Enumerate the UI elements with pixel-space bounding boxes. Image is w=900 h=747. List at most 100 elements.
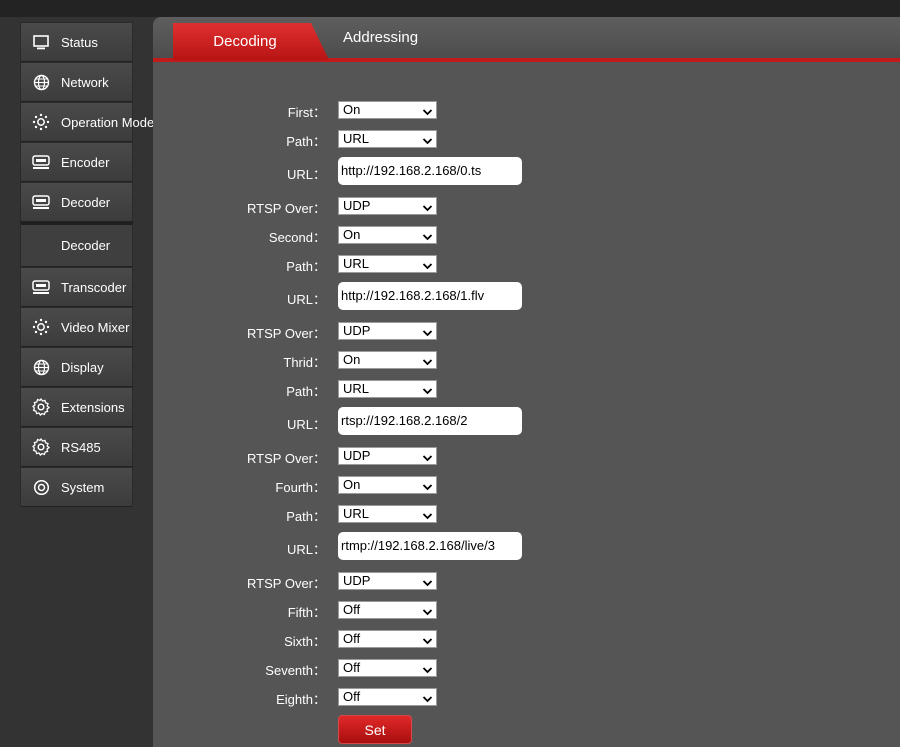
select-dropdown[interactable]: On xyxy=(338,476,437,494)
url-input[interactable]: http://192.168.2.168/1.flv xyxy=(338,282,522,310)
device-icon xyxy=(21,194,61,210)
set-button[interactable]: Set xyxy=(338,715,412,744)
sidebar-item-extensions[interactable]: Extensions xyxy=(20,387,133,427)
field-label: Path： xyxy=(286,259,326,274)
sidebar-item-label: Network xyxy=(61,74,109,90)
select-value: URL xyxy=(343,131,370,146)
sidebar-item-encoder[interactable]: Encoder xyxy=(20,142,133,182)
sidebar-item-label: Decoder xyxy=(61,238,111,253)
field-label: Fifth： xyxy=(287,605,326,620)
globe-icon xyxy=(21,74,61,91)
sidebar-subitem-decoder[interactable]: Decoder xyxy=(20,222,133,267)
form-row: Seventh： Off xyxy=(153,659,900,679)
select-dropdown[interactable]: On xyxy=(338,101,437,119)
chevron-down-icon xyxy=(422,259,433,270)
sidebar-item-system[interactable]: System xyxy=(20,467,133,507)
form-row: Second： On xyxy=(153,226,900,246)
sidebar-item-transcoder[interactable]: Transcoder xyxy=(20,267,133,307)
form-row: Sixth： Off xyxy=(153,630,900,650)
monitor-icon xyxy=(21,34,61,50)
sidebar-item-display[interactable]: Display xyxy=(20,347,133,387)
device-icon xyxy=(21,279,61,295)
field-label: RTSP Over： xyxy=(247,201,326,216)
url-input[interactable]: rtmp://192.168.2.168/live/3 xyxy=(338,532,522,560)
field-label: Path： xyxy=(286,134,326,149)
chevron-down-icon xyxy=(422,201,433,212)
select-dropdown[interactable]: URL xyxy=(338,255,437,273)
select-dropdown[interactable]: UDP xyxy=(338,322,437,340)
select-value: UDP xyxy=(343,198,371,213)
select-dropdown[interactable]: Off xyxy=(338,659,437,677)
sidebar-item-rs485[interactable]: RS485 xyxy=(20,427,133,467)
cog-icon xyxy=(21,398,61,416)
select-value: URL xyxy=(343,256,370,271)
field-label: RTSP Over： xyxy=(247,451,326,466)
sidebar-item-decoder[interactable]: Decoder xyxy=(20,182,133,222)
form-row: First： On xyxy=(153,101,900,121)
select-dropdown[interactable]: On xyxy=(338,226,437,244)
form-row: RTSP Over： UDP xyxy=(153,447,900,467)
select-value: On xyxy=(343,352,361,367)
sidebar-item-label: Extensions xyxy=(61,399,125,415)
field-label: Fourth： xyxy=(275,480,326,495)
select-dropdown[interactable]: URL xyxy=(338,380,437,398)
select-value: On xyxy=(343,477,361,492)
chevron-down-icon xyxy=(422,105,433,116)
select-dropdown[interactable]: Off xyxy=(338,688,437,706)
url-input[interactable]: http://192.168.2.168/0.ts xyxy=(338,157,522,185)
form-row: Eighth： Off xyxy=(153,688,900,708)
field-label: URL： xyxy=(286,417,326,432)
chevron-down-icon xyxy=(422,576,433,587)
form-row: RTSP Over： UDP xyxy=(153,197,900,217)
gear-icon xyxy=(21,113,61,131)
sidebar-item-label: Transcoder xyxy=(61,279,127,295)
tab-decoding[interactable]: Decoding xyxy=(173,23,329,60)
form-row: URL： http://192.168.2.168/0.ts xyxy=(153,157,900,185)
select-dropdown[interactable]: On xyxy=(338,351,437,369)
cog-icon xyxy=(21,438,61,456)
sidebar-item-video-mixer[interactable]: Video Mixer xyxy=(20,307,133,347)
chevron-down-icon xyxy=(422,605,433,616)
sidebar-item-label: Video Mixer xyxy=(61,319,130,335)
globe-icon xyxy=(21,359,61,376)
select-dropdown[interactable]: URL xyxy=(338,505,437,523)
select-dropdown[interactable]: Off xyxy=(338,630,437,648)
sidebar-nav: Status Network Operation Mode Encoder De… xyxy=(20,22,154,507)
sidebar-item-label: Display xyxy=(61,359,104,375)
select-value: Off xyxy=(343,602,361,617)
chevron-down-icon xyxy=(422,509,433,520)
chevron-down-icon xyxy=(422,451,433,462)
sidebar-item-label: RS485 xyxy=(61,439,101,455)
select-value: On xyxy=(343,102,361,117)
chevron-down-icon xyxy=(422,634,433,645)
sidebar-item-label: Operation Mode xyxy=(61,114,155,130)
select-dropdown[interactable]: UDP xyxy=(338,447,437,465)
select-dropdown[interactable]: URL xyxy=(338,130,437,148)
select-dropdown[interactable]: UDP xyxy=(338,572,437,590)
field-label: URL： xyxy=(286,292,326,307)
field-label: Second： xyxy=(268,230,326,245)
chevron-down-icon xyxy=(422,134,433,145)
field-label: RTSP Over： xyxy=(247,326,326,341)
chevron-down-icon xyxy=(422,355,433,366)
field-label: Eighth： xyxy=(276,692,326,707)
sidebar-item-status[interactable]: Status xyxy=(20,22,133,62)
select-dropdown[interactable]: Off xyxy=(338,601,437,619)
sidebar-item-network[interactable]: Network xyxy=(20,62,133,102)
tab-bar: Decoding Addressing xyxy=(153,17,900,62)
select-value: UDP xyxy=(343,573,371,588)
form-row: RTSP Over： UDP xyxy=(153,572,900,592)
select-value: URL xyxy=(343,381,370,396)
url-input[interactable]: rtsp://192.168.2.168/2 xyxy=(338,407,522,435)
field-label: Path： xyxy=(286,509,326,524)
sidebar-item-label: System xyxy=(61,479,105,495)
select-value: On xyxy=(343,227,361,242)
sidebar-item-operation-mode[interactable]: Operation Mode xyxy=(20,102,154,142)
select-value: URL xyxy=(343,506,370,521)
select-dropdown[interactable]: UDP xyxy=(338,197,437,215)
form-row: URL： http://192.168.2.168/1.flv xyxy=(153,282,900,310)
tab-addressing[interactable]: Addressing xyxy=(343,29,418,46)
target-icon xyxy=(21,479,61,496)
sidebar-item-label: Encoder xyxy=(61,154,110,170)
select-value: Off xyxy=(343,689,361,704)
